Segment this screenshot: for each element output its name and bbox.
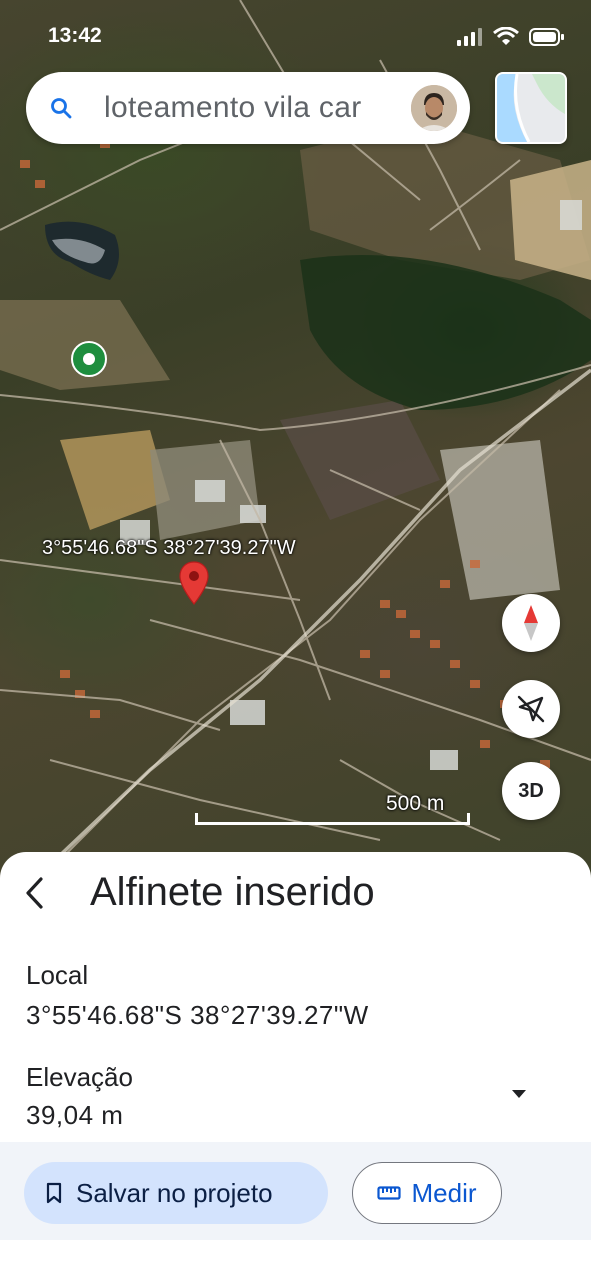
dropped-pin-icon[interactable] [178, 560, 210, 606]
sheet-header: Alfinete inserido [24, 870, 375, 915]
measure-button[interactable]: Medir [352, 1162, 502, 1224]
dropdown-arrow-icon[interactable] [509, 1088, 529, 1100]
avatar[interactable] [411, 85, 457, 131]
signal-icon [457, 28, 482, 46]
bookmark-icon [46, 1182, 62, 1204]
elevation-label: Elevação [26, 1062, 133, 1092]
back-icon[interactable] [24, 873, 54, 913]
battery-icon [529, 28, 564, 46]
pin-coordinates-label: 3°55'46.68"S 38°27'39.27"W [42, 537, 296, 559]
search-bar[interactable]: loteamento vila car [26, 72, 470, 144]
status-icons [457, 27, 565, 47]
3d-button[interactable]: 3D [502, 762, 560, 820]
action-bar: Salvar no projeto Medir [0, 1142, 591, 1240]
save-to-project-button[interactable]: Salvar no projeto [24, 1162, 328, 1224]
pin-details-sheet: Alfinete inserido Local 3°55'46.68"S 38°… [0, 852, 591, 1280]
compass-icon [524, 605, 538, 641]
map-layers-button[interactable] [495, 72, 567, 144]
location-off-icon [517, 695, 545, 723]
sheet-title: Alfinete inserido [90, 870, 375, 914]
elevation-value: 39,04 m [26, 1100, 124, 1130]
search-input[interactable]: loteamento vila car [86, 91, 411, 125]
location-value: 3°55'46.68"S 38°27'39.27"W [26, 1000, 369, 1030]
ruler-icon [377, 1186, 402, 1200]
search-icon[interactable] [26, 97, 86, 119]
location-label: Local [26, 960, 89, 990]
place-marker-icon[interactable] [70, 340, 108, 378]
save-button-label: Salvar no projeto [76, 1177, 273, 1208]
status-time: 13:42 [48, 24, 102, 47]
map-thumbnail-icon [497, 74, 565, 142]
scale-bar [195, 813, 470, 825]
location-disabled-button[interactable] [502, 680, 560, 738]
compass-button[interactable] [502, 594, 560, 652]
wifi-icon [493, 27, 519, 45]
measure-button-label: Medir [411, 1177, 477, 1208]
